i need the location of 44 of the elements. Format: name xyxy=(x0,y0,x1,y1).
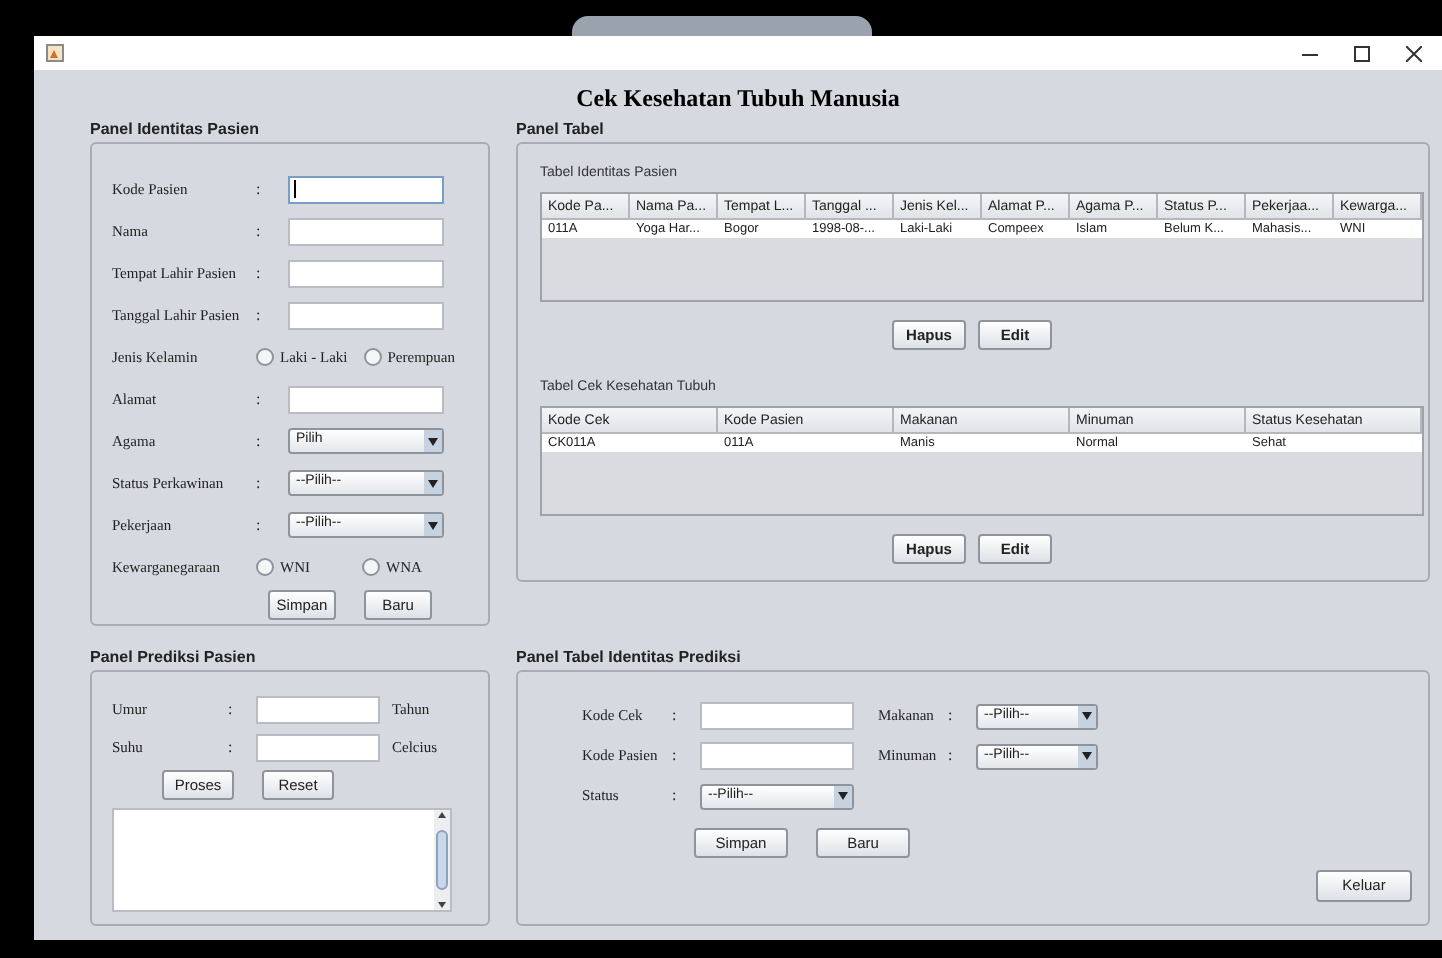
caret-icon xyxy=(1078,705,1096,727)
colon-separator: : xyxy=(256,429,263,453)
colon-separator: : xyxy=(256,177,263,201)
colon-separator: : xyxy=(256,219,263,243)
colon-separator: : xyxy=(948,744,955,768)
colon-separator: : xyxy=(256,471,263,495)
scroll-bar[interactable] xyxy=(434,810,450,910)
panel-title: Panel Prediksi Pasien xyxy=(90,646,258,670)
caret-icon xyxy=(424,472,442,494)
panel-title: Panel Tabel Identitas Prediksi xyxy=(516,646,743,670)
panel-title: Panel Tabel xyxy=(516,118,606,142)
colon-separator: : xyxy=(948,704,955,728)
colon-separator: : xyxy=(228,735,235,759)
colon-separator: : xyxy=(228,697,235,721)
text-field[interactable] xyxy=(700,702,854,730)
text-field[interactable] xyxy=(700,742,854,770)
text-cursor xyxy=(294,180,296,198)
caret-icon xyxy=(834,785,852,807)
colon-separator: : xyxy=(256,513,263,537)
radio-button[interactable] xyxy=(256,348,274,366)
text-field[interactable] xyxy=(256,733,380,761)
text-field[interactable] xyxy=(288,175,444,203)
colon-separator: : xyxy=(256,261,263,285)
colon-separator: : xyxy=(672,784,679,808)
colon-separator: : xyxy=(256,303,263,327)
text-field[interactable] xyxy=(256,695,380,723)
radio-button[interactable] xyxy=(362,558,380,576)
close-icon[interactable] xyxy=(1406,45,1422,61)
text-field[interactable] xyxy=(288,385,444,413)
caret-icon xyxy=(424,430,442,452)
text-field[interactable] xyxy=(288,301,444,329)
colon-separator: : xyxy=(672,704,679,728)
caret-icon xyxy=(424,514,442,536)
panel-title: Panel Identitas Pasien xyxy=(90,118,261,142)
radio-button[interactable] xyxy=(363,348,382,366)
radio-button[interactable] xyxy=(256,558,274,576)
caret-icon xyxy=(1078,745,1096,767)
text-field[interactable] xyxy=(288,259,444,287)
app-icon xyxy=(46,44,64,62)
colon-separator: : xyxy=(672,744,679,768)
text-field[interactable] xyxy=(288,217,444,245)
colon-separator: : xyxy=(256,387,263,411)
maximize-icon[interactable] xyxy=(1354,45,1370,61)
app-heading: Cek Kesehatan Tubuh Manusia xyxy=(576,82,900,116)
